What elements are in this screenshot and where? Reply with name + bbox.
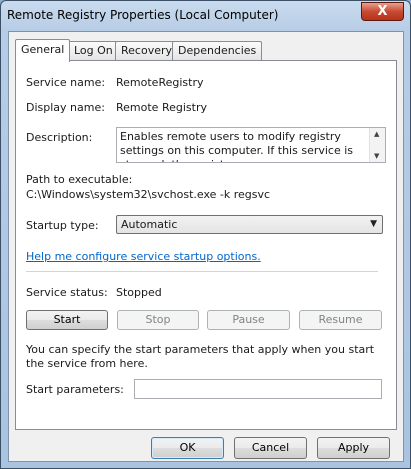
service-name-value: RemoteRegistry — [116, 76, 204, 89]
scroll-down-icon[interactable]: ▼ — [374, 152, 379, 160]
display-name-label: Display name: — [26, 101, 105, 114]
apply-button[interactable]: Apply — [317, 437, 390, 459]
path-label: Path to executable: — [26, 173, 133, 186]
start-params-label: Start parameters: — [26, 383, 124, 396]
description-box[interactable]: Enables remote users to modify registry … — [116, 127, 386, 163]
chevron-down-icon: ▼ — [370, 219, 377, 229]
display-name-value: Remote Registry — [116, 101, 207, 114]
title-bar[interactable]: Remote Registry Properties (Local Comput… — [1, 1, 410, 31]
startup-type-label: Startup type: — [26, 219, 99, 232]
start-button[interactable]: Start — [26, 310, 108, 330]
description-scrollbar[interactable]: ▲ ▼ — [369, 128, 385, 162]
startup-type-value: Automatic — [121, 218, 178, 231]
stop-button[interactable]: Stop — [117, 310, 199, 330]
path-value: C:\Windows\system32\svchost.exe -k regsv… — [26, 188, 271, 201]
pause-button[interactable]: Pause — [207, 310, 290, 330]
help-link[interactable]: Help me configure service startup option… — [26, 250, 261, 263]
description-label: Description: — [26, 131, 93, 144]
properties-window: Remote Registry Properties (Local Comput… — [0, 0, 411, 469]
dialog-client-area: General Log On Recovery Dependencies Ser… — [8, 31, 404, 462]
startup-type-dropdown[interactable]: Automatic ▼ — [116, 215, 383, 234]
resume-button[interactable]: Resume — [299, 310, 382, 330]
scroll-up-icon[interactable]: ▲ — [374, 130, 379, 138]
tab-dependencies[interactable]: Dependencies — [172, 41, 263, 60]
tab-general[interactable]: General — [15, 39, 71, 62]
service-status-label: Service status: — [26, 286, 108, 299]
start-params-input[interactable] — [134, 379, 382, 399]
start-params-info: You can specify the start parameters tha… — [26, 343, 375, 370]
ok-button[interactable]: OK — [151, 437, 224, 459]
tab-log-on[interactable]: Log On — [68, 41, 119, 60]
separator — [26, 271, 378, 272]
general-tab-panel: Service name: RemoteRegistry Display nam… — [15, 60, 397, 430]
service-status-value: Stopped — [116, 286, 162, 299]
service-name-label: Service name: — [26, 76, 106, 89]
window-title: Remote Registry Properties (Local Comput… — [7, 8, 279, 22]
cancel-button[interactable]: Cancel — [234, 437, 307, 459]
tab-recovery[interactable]: Recovery — [115, 41, 179, 60]
close-button[interactable]: X — [361, 2, 404, 21]
description-text: Enables remote users to modify registry … — [120, 130, 354, 162]
